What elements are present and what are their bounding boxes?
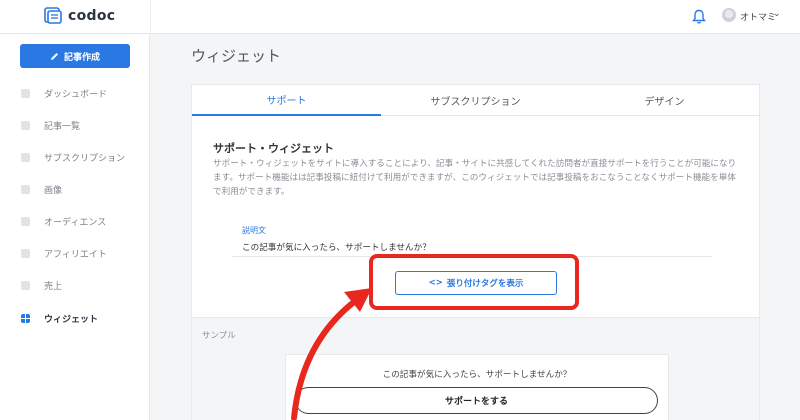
description-field[interactable]: この記事が気に入ったら、サポートしませんか？	[242, 241, 431, 253]
tab-design[interactable]: デザイン	[570, 85, 759, 116]
codoc-logo-icon	[44, 7, 62, 24]
sidebar-item-audience[interactable]: オーディエンス	[0, 211, 150, 231]
page-title: ウィジェット	[191, 47, 282, 65]
widget-card: サポート サブスクリプション デザイン サポート・ウィジェット サポート・ウィジ…	[191, 84, 760, 420]
chevron-down-icon[interactable]: ⌄	[773, 9, 781, 19]
field-label: 説明文	[242, 226, 266, 235]
sidebar-item-label: サブスクリプション	[44, 153, 126, 164]
image-icon	[21, 184, 30, 194]
sidebar-item-label: オーディエンス	[44, 217, 107, 228]
header-divider	[150, 0, 151, 34]
share-icon	[21, 248, 30, 258]
pencil-icon	[50, 52, 58, 60]
logo[interactable]: codoc	[44, 7, 115, 24]
sidebar-item-label: 売上	[44, 281, 63, 292]
sidebar-item-dashboard[interactable]: ダッシュボード	[0, 83, 150, 103]
sales-icon	[21, 280, 30, 290]
annotation-arrow-icon	[291, 288, 372, 420]
sidebar-item-label: 画像	[44, 185, 63, 196]
sidebar-item-sales[interactable]: 売上	[0, 275, 150, 295]
section-title: サポート・ウィジェット	[213, 142, 334, 155]
audience-icon	[21, 216, 30, 226]
tab-subscription[interactable]: サブスクリプション	[381, 85, 570, 116]
sidebar-item-label: ウィジェット	[44, 314, 99, 325]
logo-text: codoc	[68, 7, 116, 24]
username[interactable]: オトマミ	[740, 10, 776, 23]
tab-support[interactable]: サポート	[192, 85, 381, 116]
bell-icon[interactable]	[692, 9, 706, 25]
sidebar-item-subscription[interactable]: サブスクリプション	[0, 147, 150, 167]
sidebar-item-images[interactable]: 画像	[0, 179, 150, 199]
tab-bar: サポート サブスクリプション デザイン	[192, 85, 759, 116]
sidebar-item-label: アフィリエイト	[44, 249, 107, 260]
new-post-label: 記事作成	[63, 52, 100, 63]
sidebar-item-label: ダッシュボード	[44, 89, 108, 100]
top-header: codoc オトマミ ⌄	[0, 0, 800, 34]
sidebar-item-affiliate[interactable]: アフィリエイト	[0, 243, 150, 263]
sample-label: サンプル	[202, 331, 236, 341]
lock-icon	[21, 152, 30, 162]
sidebar-item-articles[interactable]: 記事一覧	[0, 115, 150, 135]
avatar[interactable]	[722, 8, 736, 22]
sidebar: 記事作成 ダッシュボード 記事一覧 サブスクリプション 画像 オーディエンス ア…	[0, 34, 150, 420]
grid-icon	[21, 88, 30, 98]
sidebar-item-widget[interactable]: ウィジェット	[0, 308, 150, 328]
highlight-box	[369, 254, 579, 310]
new-post-button[interactable]: 記事作成	[20, 44, 130, 68]
widget-icon	[21, 313, 30, 323]
section-description: サポート・ウィジェットをサイトに導入することにより、記事・サイトに共感してくれた…	[213, 159, 737, 197]
sample-area: サンプル この記事が気に入ったら、サポートしませんか？ サポートをする	[192, 318, 759, 420]
sidebar-item-label: 記事一覧	[44, 121, 81, 132]
list-icon	[21, 120, 30, 130]
